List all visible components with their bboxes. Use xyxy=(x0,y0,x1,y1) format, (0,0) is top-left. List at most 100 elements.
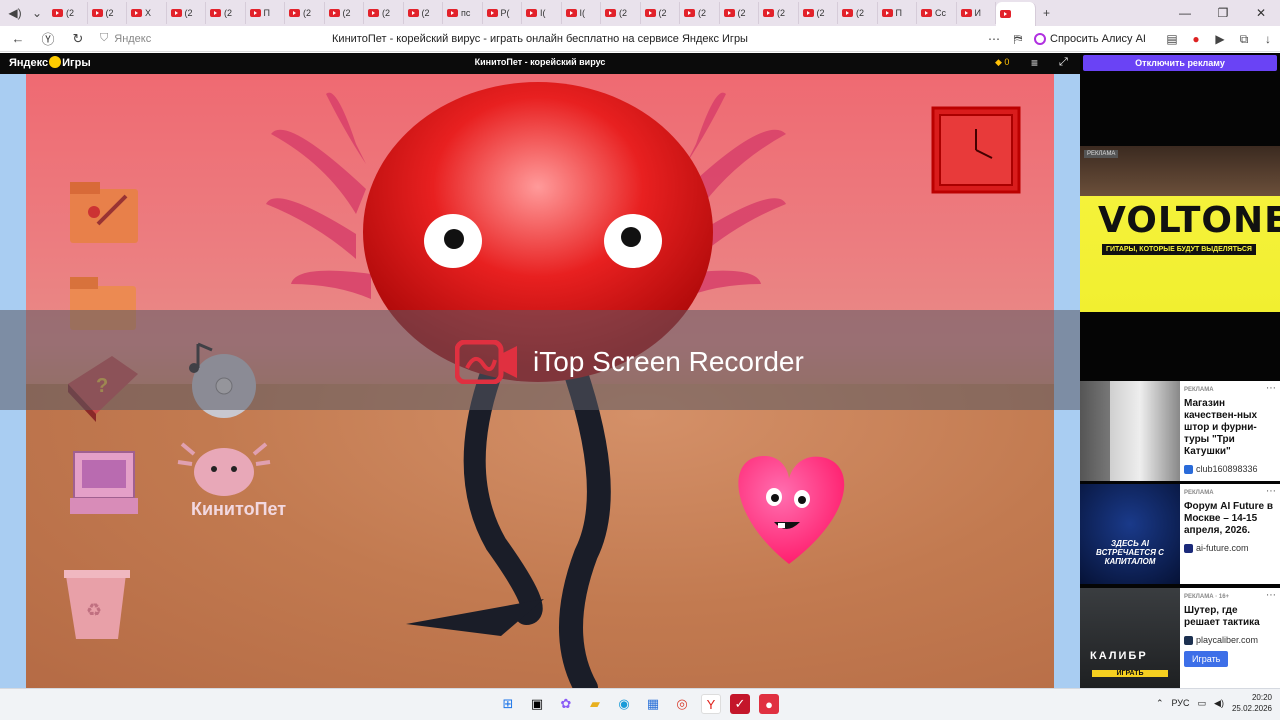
browser-tab[interactable] xyxy=(996,2,1036,26)
tab-label: Cc xyxy=(935,8,946,18)
site-info[interactable]: ⛉ Яндекс xyxy=(100,32,151,45)
tab-label: (2 xyxy=(698,8,707,18)
back-button[interactable]: ← xyxy=(6,27,30,51)
youtube-icon xyxy=(210,9,221,17)
browser-tab[interactable]: (2 xyxy=(285,2,325,24)
shield-icon: ⛉ xyxy=(100,32,109,44)
bookmark-icon[interactable]: ⛿ xyxy=(1006,27,1030,51)
tabs: (2 (2 X (2 (2 П (2 (2 (2 (2 пс Р(I(I((2 (2 (2 (2 (2 (2 (2… xyxy=(48,0,1036,26)
tray-chevron-icon[interactable]: ⌃ xyxy=(1156,698,1164,709)
new-tab-button[interactable]: + xyxy=(1036,2,1058,24)
disable-ads-button[interactable]: Отключить рекламу xyxy=(1083,55,1277,71)
coins-counter[interactable]: ◆ 0 xyxy=(995,57,1009,68)
browser-tab[interactable]: Cc xyxy=(917,2,957,24)
media-icon[interactable]: ▶ xyxy=(1208,27,1232,51)
yandex-home-button[interactable]: Ⓨ xyxy=(36,27,60,51)
collections-icon[interactable]: ⧉ xyxy=(1232,27,1256,51)
close-window-button[interactable]: ✕ xyxy=(1242,0,1280,26)
browser-tab[interactable]: (2 xyxy=(799,2,838,24)
restore-button[interactable]: ❐ xyxy=(1204,0,1242,26)
browser-tab[interactable]: I( xyxy=(522,2,562,24)
banner-subtitle: ГИТАРЫ, КОТОРЫЕ БУДУТ ВЫДЕЛЯТЬСЯ xyxy=(1102,244,1256,255)
browser-tab[interactable]: (2 xyxy=(641,2,680,24)
clock-icon xyxy=(931,106,1021,194)
recorder-taskbar-icon[interactable]: ● xyxy=(759,694,779,714)
store-icon[interactable]: ▦ xyxy=(643,694,663,714)
kalibr-image: КАЛИБР ИГРАТЬ xyxy=(1080,588,1180,688)
browser-tab[interactable]: (2 xyxy=(601,2,641,24)
browser-tab[interactable]: (2 xyxy=(167,2,206,24)
ad-card-ai-future[interactable]: ЗДЕСЬ AI ВСТРЕЧАЕТСЯ С КАПИТАЛОМ РЕКЛАМА… xyxy=(1080,484,1280,584)
youtube-icon xyxy=(486,9,498,17)
copilot-icon[interactable]: ✿ xyxy=(556,694,576,714)
chrome-icon[interactable]: ◎ xyxy=(672,694,692,714)
address-input[interactable]: Яндекс xyxy=(114,33,151,45)
pet-icon xyxy=(177,442,271,496)
ad-more-icon[interactable]: ⋯ xyxy=(1266,590,1276,601)
youtube-icon xyxy=(328,9,340,17)
tab-label: (2 xyxy=(66,8,75,18)
play-button[interactable]: Играть xyxy=(1184,651,1229,667)
tab-label: I( xyxy=(540,8,546,18)
chevron-down-icon[interactable]: ⌄ xyxy=(26,2,48,24)
browser-tab[interactable]: (2 xyxy=(838,2,878,24)
youtube-icon xyxy=(91,9,103,17)
browser-tab[interactable]: (2 xyxy=(720,2,759,24)
tab-label: (2 xyxy=(737,8,746,18)
browser-tab[interactable]: X xyxy=(127,2,167,24)
youtube-icon xyxy=(605,9,616,17)
game-title: КинитоПет - корейский вирус xyxy=(474,57,606,67)
browser-tab[interactable]: П xyxy=(878,2,917,24)
browser-tab[interactable]: (2 xyxy=(404,2,443,24)
edge-icon[interactable]: ◉ xyxy=(614,694,634,714)
browser-tab[interactable]: (2 xyxy=(680,2,720,24)
network-icon[interactable]: ▭ xyxy=(1198,698,1207,709)
browser-tab[interactable]: И xyxy=(957,2,996,24)
ad-card-curtains[interactable]: РЕКЛАМА Магазин качествен-ных штор и фурн… xyxy=(1080,381,1280,481)
browser-tab[interactable]: (2 xyxy=(325,2,364,24)
window-controls: — ❐ ✕ xyxy=(1166,0,1280,26)
browser-tab[interactable]: (2 xyxy=(48,2,88,24)
alisa-button[interactable]: Спросить Алису AI xyxy=(1034,33,1146,45)
minimize-button[interactable]: — xyxy=(1166,0,1204,26)
menu-icon[interactable]: ≡ xyxy=(1031,56,1038,70)
tab-label: I( xyxy=(579,8,586,18)
tab-label: И xyxy=(974,8,981,18)
youtube-icon xyxy=(1000,10,1011,18)
task-view-icon[interactable]: ▣ xyxy=(527,694,547,714)
youtube-icon xyxy=(407,9,419,17)
more-icon[interactable]: ⋯ xyxy=(982,27,1006,51)
fullscreen-icon[interactable]: ⤢ xyxy=(1059,56,1068,69)
clock[interactable]: 20:20 25.02.2026 xyxy=(1232,692,1272,714)
volume-icon[interactable]: ◀) xyxy=(1214,698,1224,709)
yandex-browser-icon[interactable]: Y xyxy=(701,694,721,714)
extension-icon[interactable]: ● xyxy=(1184,27,1208,51)
youtube-icon xyxy=(763,9,774,17)
voltone-banner[interactable]: РЕКЛАМА VOLTONE ГИТАРЫ, КОТОРЫЕ БУДУТ ВЫ… xyxy=(1080,146,1280,312)
ad-more-icon[interactable]: ⋯ xyxy=(1266,383,1276,394)
sidebar-icon[interactable]: ▤ xyxy=(1160,27,1184,51)
browser-tab[interactable]: (2 xyxy=(206,2,246,24)
page-title: КинитоПет - корейский вирус - играть онл… xyxy=(332,32,748,45)
browser-tab[interactable]: I( xyxy=(562,2,601,24)
reload-button[interactable]: ↻ xyxy=(66,27,90,51)
start-icon[interactable]: ⊞ xyxy=(498,694,518,714)
browser-tab[interactable]: П xyxy=(246,2,285,24)
ad-card-kalibr[interactable]: КАЛИБР ИГРАТЬ РЕКЛАМА · 16+ Шутер, где реш… xyxy=(1080,588,1280,688)
browser-tab[interactable]: (2 xyxy=(759,2,799,24)
tab-label: (2 xyxy=(856,8,865,18)
speaker-icon[interactable]: ◀) xyxy=(4,2,26,24)
app-icon[interactable]: ✓ xyxy=(730,694,750,714)
browser-tab[interactable]: Р( xyxy=(483,2,522,24)
tab-label: пс xyxy=(461,8,471,18)
browser-tab[interactable]: (2 xyxy=(364,2,404,24)
banner-title: VOLTONE xyxy=(1098,200,1280,241)
file-explorer-icon[interactable]: ▰ xyxy=(585,694,605,714)
downloads-icon[interactable]: ↓ xyxy=(1256,27,1280,51)
browser-tab[interactable]: пс xyxy=(443,2,483,24)
ad-more-icon[interactable]: ⋯ xyxy=(1266,486,1276,497)
language-indicator[interactable]: РУС xyxy=(1171,698,1189,708)
alisa-icon xyxy=(1034,33,1047,45)
browser-tab[interactable]: (2 xyxy=(88,2,127,24)
curtains-image xyxy=(1080,381,1180,481)
